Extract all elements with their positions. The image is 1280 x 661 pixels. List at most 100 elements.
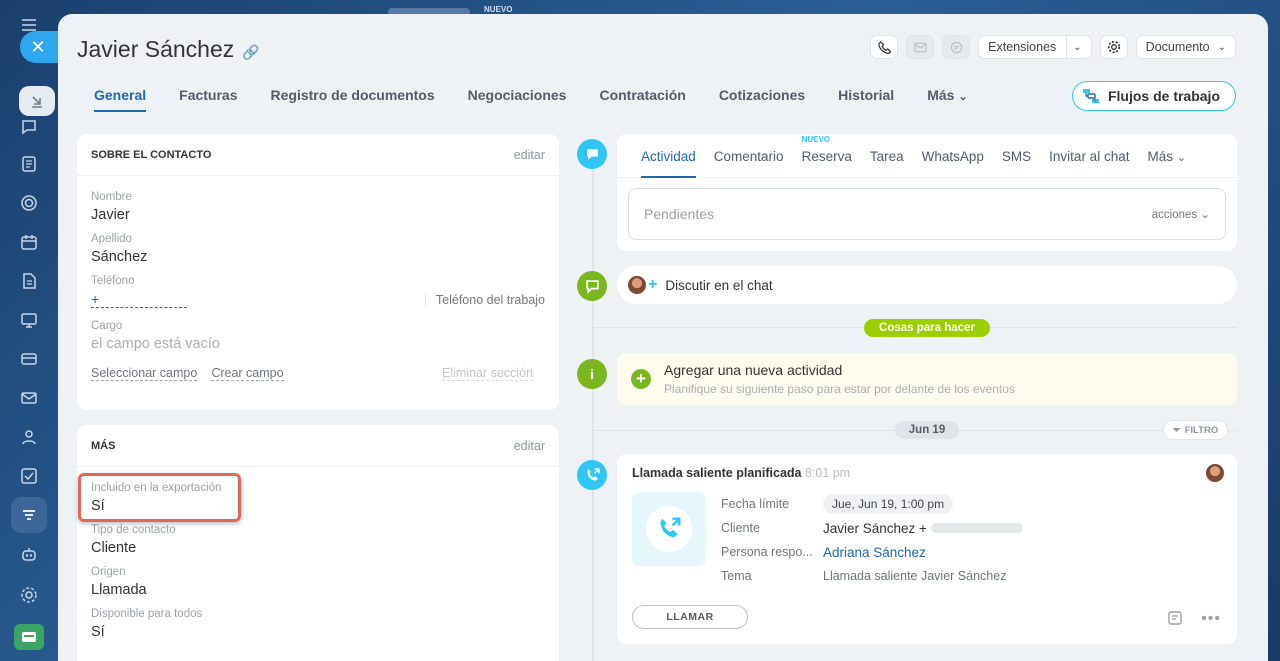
tab-sms[interactable]: SMS bbox=[1002, 149, 1031, 177]
tab-facturas[interactable]: Facturas bbox=[179, 87, 237, 110]
call-time: 8:01 pm bbox=[805, 466, 851, 480]
tab-negociaciones[interactable]: Negociaciones bbox=[468, 87, 567, 110]
extensions-label: Extensiones bbox=[988, 40, 1057, 54]
document-icon[interactable] bbox=[18, 270, 40, 292]
available-label: Disponible para todos bbox=[91, 608, 203, 620]
minimize-slider-button[interactable] bbox=[19, 86, 55, 116]
call-details: Fecha límite Jue, Jun 19, 1:00 pm Client… bbox=[721, 494, 1221, 586]
target-icon[interactable] bbox=[18, 192, 40, 214]
call-button[interactable]: LLAMAR bbox=[632, 605, 748, 629]
tab-historial[interactable]: Historial bbox=[838, 87, 894, 110]
about-edit-link[interactable]: editar bbox=[514, 148, 545, 162]
tab-mas-label: Más bbox=[927, 87, 955, 103]
tab-invitar-chat[interactable]: Invitar al chat bbox=[1049, 149, 1129, 177]
name-field[interactable]: Nombre Javier bbox=[77, 191, 559, 223]
client-value[interactable]: Javier Sánchez + bbox=[823, 521, 927, 536]
calendar-icon[interactable] bbox=[18, 231, 40, 253]
add-activity-subtitle: Planifique su siguiente paso para estar … bbox=[664, 382, 1015, 396]
create-field-link[interactable]: Crear campo bbox=[211, 366, 284, 381]
avatar[interactable] bbox=[1206, 464, 1224, 482]
more-header: MÁS editar bbox=[77, 425, 559, 467]
feed-icon[interactable] bbox=[18, 153, 40, 175]
phone-type: Teléfono del trabajo bbox=[424, 292, 545, 307]
name-label: Nombre bbox=[91, 191, 132, 203]
info-icon: i bbox=[577, 359, 607, 389]
close-slider-button[interactable]: ✕ bbox=[20, 31, 60, 63]
origin-label: Origen bbox=[91, 566, 126, 578]
discuss-chat-bar[interactable]: + Discutir en el chat bbox=[617, 266, 1237, 304]
board-icon[interactable] bbox=[18, 309, 40, 331]
select-field-link[interactable]: Seleccionar campo bbox=[91, 366, 198, 381]
tab-general[interactable]: General bbox=[94, 87, 147, 112]
link-icon[interactable]: 🔗 bbox=[242, 44, 259, 61]
messenger-button[interactable] bbox=[942, 35, 971, 59]
contact-name: Javier Sánchez bbox=[77, 36, 235, 62]
phone-field[interactable]: Teléfono + Teléfono del trabajo bbox=[77, 275, 559, 308]
position-field[interactable]: Cargo el campo está vacío bbox=[77, 320, 559, 352]
gear-icon[interactable] bbox=[1099, 35, 1128, 59]
chat-bubble-icon bbox=[577, 271, 607, 301]
chevron-down-icon: ⌄ bbox=[1073, 41, 1082, 53]
filter-label: FILTRO bbox=[1184, 424, 1219, 436]
delete-section-link[interactable]: Eliminar sección bbox=[441, 366, 533, 381]
mail-icon[interactable] bbox=[18, 387, 40, 409]
add-activity-card[interactable]: + Agregar una nueva actividad Planifique… bbox=[617, 353, 1237, 405]
tab-cotizaciones[interactable]: Cotizaciones bbox=[719, 87, 805, 110]
pending-placeholder: Pendientes bbox=[644, 206, 715, 222]
contact-type-field[interactable]: Tipo de contacto Cliente bbox=[77, 524, 559, 556]
tasks-icon[interactable] bbox=[18, 465, 40, 487]
extensions-dropdown[interactable]: Extensiones ⌄ bbox=[978, 35, 1092, 59]
redacted-phone bbox=[930, 523, 1023, 533]
subject-value: Llamada saliente Javier Sánchez bbox=[823, 569, 1007, 583]
activity-tabs: Actividad Comentario NUEVO Reserva Tarea … bbox=[617, 134, 1237, 178]
phone-number-link[interactable]: + bbox=[91, 291, 187, 308]
tab-whatsapp[interactable]: WhatsApp bbox=[922, 149, 984, 177]
note-icon[interactable] bbox=[1167, 610, 1183, 631]
tab-reserva[interactable]: NUEVO Reserva bbox=[802, 135, 852, 177]
more-card: MÁS editar Incluido en la exportación Sí… bbox=[77, 425, 559, 661]
tab-tarea[interactable]: Tarea bbox=[870, 149, 904, 177]
chevron-down-icon: ⌄ bbox=[1176, 152, 1186, 164]
tab-contratacion[interactable]: Contratación bbox=[599, 87, 685, 110]
filter-crm-icon[interactable] bbox=[18, 504, 40, 526]
call-title: Llamada saliente planificada bbox=[632, 466, 802, 480]
robot-icon[interactable] bbox=[18, 543, 40, 565]
activity-editor-card: Actividad Comentario NUEVO Reserva Tarea … bbox=[617, 134, 1237, 251]
add-activity-title: Agregar una nueva actividad bbox=[664, 362, 843, 378]
deadline-chip[interactable]: Jue, Jun 19, 1:00 pm bbox=[823, 494, 954, 514]
phone-button[interactable] bbox=[870, 35, 899, 59]
tab-mas[interactable]: Más ⌄ bbox=[927, 87, 967, 110]
pending-input[interactable]: Pendientes acciones ⌄ bbox=[628, 188, 1226, 240]
more-options-icon[interactable]: ••• bbox=[1201, 610, 1221, 628]
settings-icon[interactable] bbox=[18, 584, 40, 606]
workflow-icon bbox=[1082, 89, 1099, 103]
chat-icon[interactable] bbox=[18, 116, 40, 138]
add-icon[interactable]: + bbox=[631, 369, 651, 389]
tab-comentario[interactable]: Comentario bbox=[714, 149, 784, 177]
lastname-field[interactable]: Apellido Sánchez bbox=[77, 233, 559, 265]
tab-actividad[interactable]: Actividad bbox=[641, 149, 696, 178]
contacts-icon[interactable] bbox=[18, 426, 40, 448]
email-button[interactable] bbox=[906, 35, 935, 59]
origin-field[interactable]: Origen Llamada bbox=[77, 566, 559, 598]
contact-panel: Javier Sánchez 🔗 Extensiones ⌄ Documento… bbox=[58, 14, 1268, 661]
tab-mas-actividad-label: Más bbox=[1147, 149, 1173, 164]
workflows-label: Flujos de trabajo bbox=[1107, 88, 1220, 104]
document-dropdown[interactable]: Documento ⌄ bbox=[1135, 35, 1236, 59]
background-nuevo-badge: NUEVO bbox=[484, 5, 513, 14]
workflows-button[interactable]: Flujos de trabajo bbox=[1071, 81, 1236, 111]
responsible-value[interactable]: Adriana Sánchez bbox=[823, 542, 1221, 562]
plus-icon: + bbox=[648, 276, 658, 293]
tab-registro-documentos[interactable]: Registro de documentos bbox=[271, 87, 435, 110]
document-label: Documento bbox=[1145, 40, 1210, 54]
available-field[interactable]: Disponible para todos Sí bbox=[77, 608, 559, 640]
more-edit-link[interactable]: editar bbox=[514, 439, 545, 453]
app-launcher-icon[interactable] bbox=[14, 624, 44, 650]
actions-dropdown[interactable]: acciones ⌄ bbox=[1152, 207, 1210, 221]
about-contact-card: SOBRE EL CONTACTO editar Nombre Javier A… bbox=[77, 134, 559, 410]
discuss-chat-label: Discutir en el chat bbox=[665, 277, 773, 293]
card-icon[interactable] bbox=[18, 348, 40, 370]
tab-mas-actividad[interactable]: Más ⌄ bbox=[1147, 149, 1186, 177]
filter-button[interactable]: ⏷ FILTRO bbox=[1163, 420, 1229, 440]
planned-call-card: Llamada saliente planificada 8:01 pm Fec… bbox=[617, 454, 1237, 644]
